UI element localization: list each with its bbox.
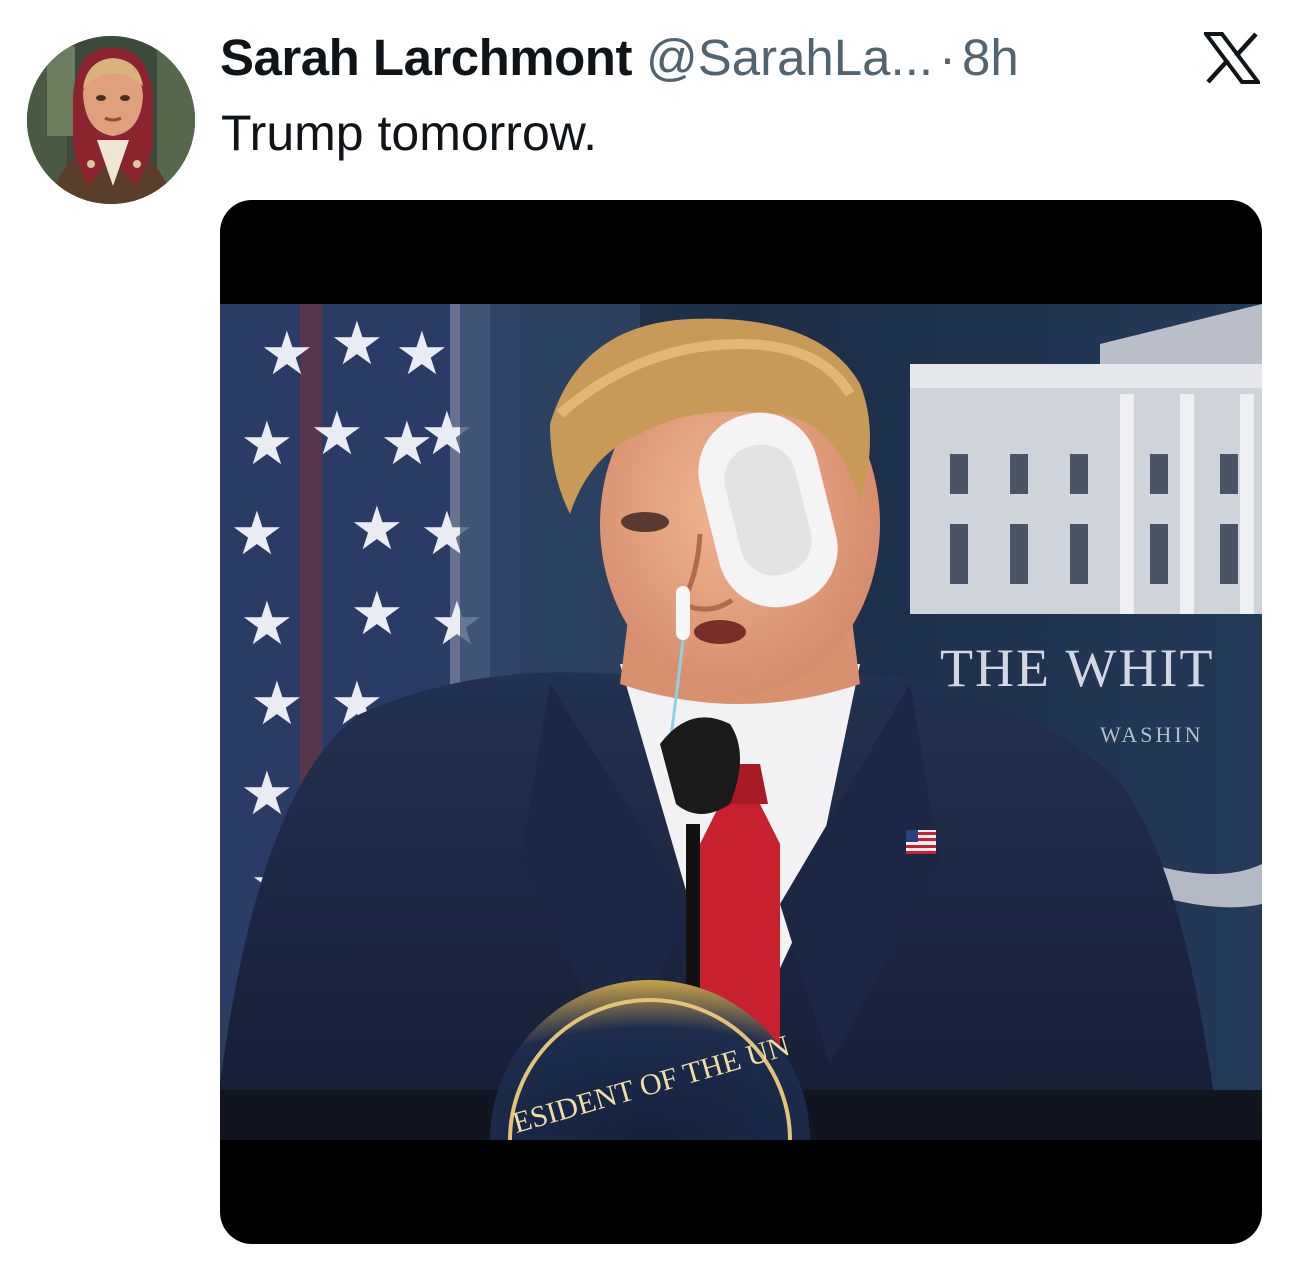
svg-text:★: ★ xyxy=(230,499,284,569)
backdrop-subtitle: WASHIN xyxy=(1100,722,1204,747)
svg-text:★: ★ xyxy=(350,579,404,649)
avatar-image xyxy=(27,36,195,204)
backdrop-title: THE WHIT xyxy=(940,638,1214,698)
header-separator: · xyxy=(939,29,957,86)
svg-text:★: ★ xyxy=(395,319,449,389)
user-handle[interactable]: @SarahLa... xyxy=(646,28,933,87)
tweet-header: Sarah Larchmont @SarahLa... · 8h xyxy=(220,28,1019,92)
profile-avatar[interactable] xyxy=(27,36,195,204)
tweet-media[interactable]: ★ ★ ★ ★ ★ ★ ★ ★ ★ ★ ★ ★ ★ ★ ★ ★ ★ xyxy=(220,200,1262,1244)
svg-text:★: ★ xyxy=(310,399,364,469)
tweet-timestamp[interactable]: 8h xyxy=(962,28,1019,87)
media-photo: ★ ★ ★ ★ ★ ★ ★ ★ ★ ★ ★ ★ ★ ★ ★ ★ ★ xyxy=(220,304,1262,1140)
x-logo-icon[interactable] xyxy=(1202,32,1262,84)
svg-text:★: ★ xyxy=(240,589,294,659)
display-name[interactable]: Sarah Larchmont xyxy=(220,28,632,87)
svg-text:★: ★ xyxy=(330,309,384,379)
tweet-text: Trump tomorrow. xyxy=(221,105,598,161)
svg-text:★: ★ xyxy=(350,494,404,564)
svg-text:★: ★ xyxy=(260,319,314,389)
svg-text:★: ★ xyxy=(240,409,294,479)
svg-text:★: ★ xyxy=(250,669,304,739)
